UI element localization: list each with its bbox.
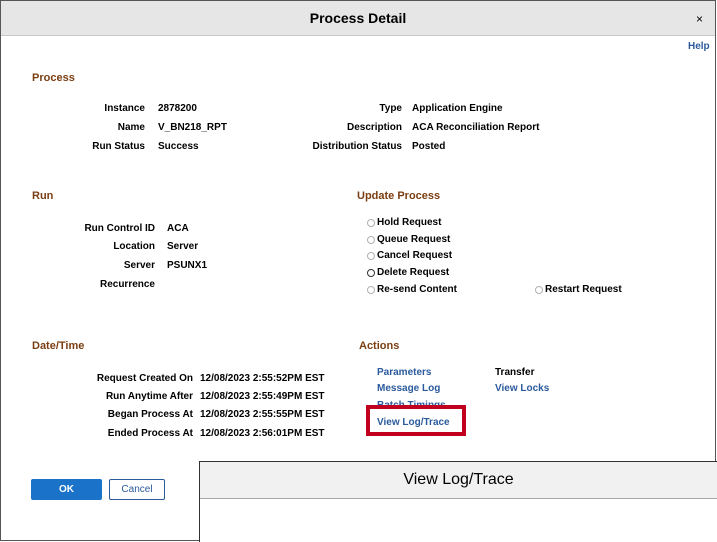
run-anytime-value: 12/08/2023 2:55:49PM EST <box>200 391 325 402</box>
run-heading: Run <box>32 190 54 202</box>
distribution-status-value: Posted <box>412 141 446 152</box>
name-label: Name <box>117 122 145 133</box>
cancel-request-label: Cancel Request <box>377 250 453 261</box>
update-process-heading: Update Process <box>357 190 441 202</box>
resend-content-label: Re-send Content <box>377 284 457 295</box>
cancel-request-radio[interactable]: Cancel Request <box>367 250 452 261</box>
request-created-value: 12/08/2023 2:55:52PM EST <box>200 373 325 384</box>
server-value: PSUNX1 <box>167 260 208 271</box>
location-label: Location <box>113 241 155 252</box>
cancel-button[interactable]: Cancel <box>109 479 165 500</box>
location-value: Server <box>167 241 199 252</box>
type-label: Type <box>379 103 402 114</box>
began-value: 12/08/2023 2:55:55PM EST <box>200 409 325 420</box>
view-locks-link[interactable]: View Locks <box>495 383 549 394</box>
radio-icon <box>367 268 375 277</box>
recurrence-label: Recurrence <box>99 279 155 290</box>
dialog-titlebar: Process Detail × <box>1 1 715 36</box>
panel-title: View Log/Trace <box>403 471 514 488</box>
queue-request-label: Queue Request <box>377 234 451 245</box>
dialog-title: Process Detail <box>309 10 407 26</box>
process-heading: Process <box>32 72 75 84</box>
name-value: V_BN218_RPT <box>158 122 227 133</box>
hold-request-label: Hold Request <box>377 217 442 228</box>
process-detail-dialog <box>0 0 716 541</box>
queue-request-radio[interactable]: Queue Request <box>367 234 450 245</box>
radio-icon <box>535 285 543 294</box>
ended-label: Ended Process At <box>107 428 193 439</box>
description-value: ACA Reconciliation Report <box>412 122 540 133</box>
instance-value: 2878200 <box>158 103 197 114</box>
radio-icon <box>367 218 375 227</box>
began-label: Began Process At <box>107 409 193 420</box>
message-log-link[interactable]: Message Log <box>377 383 440 394</box>
help-link[interactable]: Help <box>688 41 710 52</box>
distribution-status-label: Distribution Status <box>312 141 402 152</box>
run-control-value: ACA <box>167 223 189 234</box>
type-value: Application Engine <box>412 103 503 114</box>
transfer-label: Transfer <box>495 367 535 378</box>
run-anytime-label: Run Anytime After <box>105 391 193 402</box>
resend-content-radio[interactable]: Re-send Content <box>367 284 457 295</box>
radio-icon <box>367 251 375 260</box>
restart-request-label: Restart Request <box>545 284 622 295</box>
run-status-value: Success <box>158 141 199 152</box>
restart-request-radio[interactable]: Restart Request <box>535 284 622 295</box>
run-control-label: Run Control ID <box>84 223 155 234</box>
parameters-link[interactable]: Parameters <box>377 367 431 378</box>
ok-button[interactable]: OK <box>31 479 102 500</box>
radio-icon <box>367 235 375 244</box>
datetime-heading: Date/Time <box>32 340 85 352</box>
delete-request-radio[interactable]: Delete Request <box>367 267 449 278</box>
radio-icon <box>367 285 375 294</box>
highlight-box <box>366 405 466 436</box>
view-log-trace-panel: View Log/Trace <box>199 461 717 542</box>
request-created-label: Request Created On <box>96 373 193 384</box>
close-icon[interactable]: × <box>696 12 703 26</box>
server-label: Server <box>123 260 155 271</box>
panel-header: View Log/Trace <box>200 462 717 499</box>
ended-value: 12/08/2023 2:56:01PM EST <box>200 428 325 439</box>
run-status-label: Run Status <box>92 141 145 152</box>
instance-label: Instance <box>104 103 145 114</box>
delete-request-label: Delete Request <box>377 267 450 278</box>
actions-heading: Actions <box>359 340 400 352</box>
hold-request-radio[interactable]: Hold Request <box>367 217 441 228</box>
description-label: Description <box>346 122 402 133</box>
